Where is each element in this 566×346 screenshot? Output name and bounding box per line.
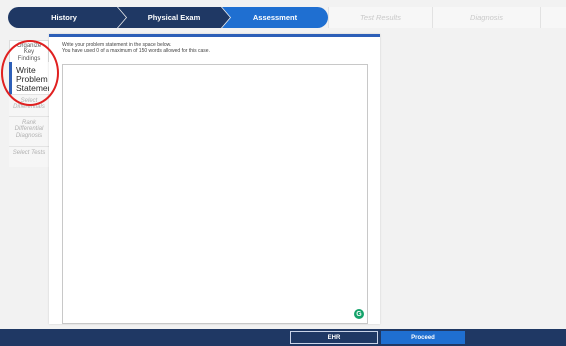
footer-bar [0, 329, 566, 346]
problem-statement-panel: Write your problem statement in the spac… [49, 34, 380, 324]
tab-organize-key-findings[interactable]: Organize Key Findings [9, 40, 49, 62]
step-test-results: Test Results [328, 7, 432, 28]
step-physical-exam[interactable]: Physical Exam [118, 7, 230, 28]
step-placeholder [540, 7, 566, 28]
step-diagnosis: Diagnosis [432, 7, 540, 28]
proceed-button[interactable]: Proceed [381, 331, 465, 344]
step-history[interactable]: History [8, 7, 126, 28]
tab-write-problem-statement[interactable]: Write Problem Statement [9, 62, 55, 95]
ehr-button[interactable]: EHR [290, 331, 378, 344]
tab-select-differentials: Select Differentials [9, 95, 49, 117]
tab-select-tests: Select Tests [9, 147, 49, 167]
word-count-text: You have used 0 of a maximum of 150 word… [62, 48, 210, 54]
problem-statement-textarea[interactable] [62, 64, 368, 324]
assessment-subtabs: Organize Key Findings Write Problem Stat… [9, 40, 55, 167]
instructions: Write your problem statement in the spac… [62, 42, 210, 54]
step-assessment[interactable]: Assessment [222, 7, 328, 28]
step-navigation: History Physical Exam Assessment Test Re… [0, 7, 566, 28]
tab-rank-differential-diagnosis: Rank Differential Diagnosis [9, 117, 49, 147]
grammarly-icon[interactable]: G [354, 309, 364, 319]
